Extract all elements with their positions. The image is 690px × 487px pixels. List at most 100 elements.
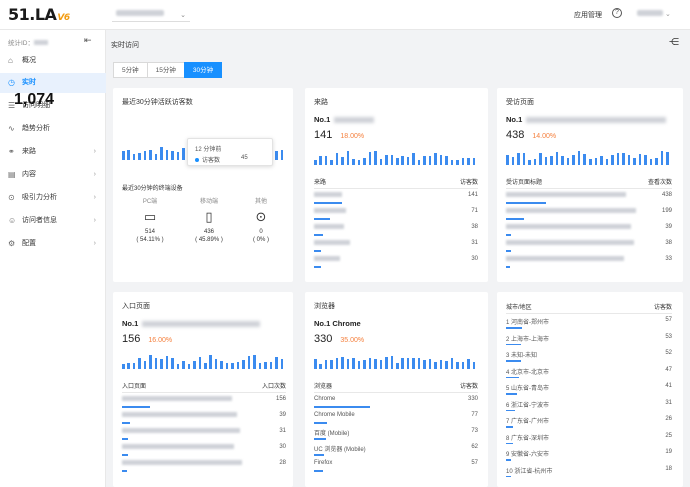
table-row[interactable]: 3 未知-未知 52	[506, 347, 672, 364]
sidebar-item-trend[interactable]: ∿ 趋势分析	[0, 119, 106, 139]
site-selector[interactable]: ⌄	[112, 8, 190, 22]
sparkline-bar	[439, 359, 443, 369]
sparkline-bar	[247, 356, 251, 369]
sparkline-bar	[122, 150, 125, 160]
sparkline-bar	[461, 158, 465, 165]
sparkline-bar	[390, 154, 394, 165]
table-row[interactable]: 8 广东省-深圳市 25	[506, 430, 672, 447]
sparkline-bar	[445, 361, 448, 369]
sparkline-bar	[335, 153, 339, 165]
sidebar-item-settings[interactable]: ⚙ 配置 ›	[0, 234, 106, 254]
sparkline-bar	[335, 358, 339, 369]
browser-bar-chart[interactable]	[314, 355, 478, 369]
table-row[interactable]: 31	[314, 237, 478, 253]
table-row[interactable]: 6 浙江省-宁波市 31	[506, 397, 672, 414]
sidebar-item-attraction[interactable]: ⊙ 吸引力分析 ›	[0, 188, 106, 208]
top-value: 330 35.00%	[314, 333, 365, 345]
sparkline-bar	[461, 361, 465, 369]
sparkline-bar	[341, 157, 344, 165]
table-row[interactable]: Chrome 330	[314, 393, 478, 409]
sparkline-bar	[638, 153, 642, 165]
sparkline-bar	[269, 362, 273, 369]
tab-5min[interactable]: 5分钟	[113, 62, 148, 78]
share-icon[interactable]: ⋲	[669, 37, 679, 48]
entry-table: 入口页面 入口次数 156 39 31 30 28	[122, 381, 286, 473]
sparkline-bar	[605, 159, 609, 165]
visited-bar-chart[interactable]	[506, 151, 672, 165]
sparkline-bar	[434, 153, 437, 165]
table-row[interactable]: 39	[506, 221, 672, 237]
table-row[interactable]: 9 安徽省-六安市 19	[506, 446, 672, 463]
table-row[interactable]: 1 河南省-郑州市 57	[506, 314, 672, 331]
sidebar-item-realtime[interactable]: ◷ 实时	[0, 73, 106, 93]
referrer-bar-chart[interactable]	[314, 151, 478, 165]
table-row[interactable]: 156	[122, 393, 286, 409]
table-row[interactable]: Firefox 57	[314, 457, 478, 473]
table-row[interactable]: 4 北京市-北京市 47	[506, 364, 672, 381]
top-referrer: No.1	[314, 115, 375, 124]
sparkline-bar	[176, 152, 180, 160]
sparkline-bar	[644, 154, 647, 165]
sparkline-bar	[627, 154, 631, 165]
sidebar-item-content[interactable]: ▤ 内容 ›	[0, 165, 106, 185]
sparkline-bar	[450, 159, 454, 165]
table-row[interactable]: 39	[122, 409, 286, 425]
sparkline-bar	[132, 362, 136, 369]
table-row[interactable]: 30	[122, 441, 286, 457]
sparkline-bar	[324, 359, 328, 369]
sparkline-bar	[472, 362, 476, 369]
table-row[interactable]: 10 浙江省-杭州市 18	[506, 463, 672, 480]
sparkline-bar	[314, 358, 317, 369]
monitor-icon: ▭	[143, 209, 157, 224]
tab-30min[interactable]: 30分钟	[183, 62, 223, 78]
sparkline-bar	[550, 155, 553, 165]
table-row[interactable]: 31	[122, 425, 286, 441]
sparkline-bar	[231, 363, 234, 369]
table-row[interactable]: UC 浏览器 (Mobile) 62	[314, 441, 478, 457]
table-row[interactable]: 2 上海市-上海市 53	[506, 331, 672, 348]
table-row[interactable]: 438	[506, 189, 672, 205]
sparkline-bar	[528, 159, 531, 165]
table-row[interactable]: 141	[314, 189, 478, 205]
sparkline-bar	[450, 357, 454, 369]
table-row[interactable]: 199	[506, 205, 672, 221]
top-value: 438 14.00%	[506, 129, 557, 141]
table-row[interactable]: 30	[314, 253, 478, 269]
app-manage-link[interactable]: 应用管理	[574, 10, 602, 20]
table-row[interactable]: 33	[506, 253, 672, 269]
logo[interactable]: 51.LAV6	[8, 5, 70, 24]
sparkline-bar	[379, 158, 383, 165]
sparkline-bar	[220, 360, 223, 369]
tab-15min[interactable]: 15分钟	[146, 62, 185, 78]
table-row[interactable]: 28	[122, 457, 286, 473]
sparkline-bar	[412, 152, 415, 165]
sparkline-bar	[264, 362, 267, 369]
table-row[interactable]: 38	[314, 221, 478, 237]
sparkline-bar	[171, 357, 174, 369]
table-row[interactable]: 5 山东省-青岛市 41	[506, 380, 672, 397]
entry-bar-chart[interactable]	[122, 355, 286, 369]
sidebar-item-visitor-info[interactable]: ☺ 访问者信息 ›	[0, 211, 106, 231]
user-menu[interactable]: ⌄	[637, 10, 671, 18]
sparkline-bar	[176, 363, 180, 369]
sparkline-bar	[517, 152, 520, 165]
collapse-menu-icon[interactable]: ⇤	[84, 35, 92, 46]
table-row[interactable]: 百度 (Mobile) 73	[314, 425, 478, 441]
referrer-table: 来路 访客数 141 71 38 31 30	[314, 177, 478, 269]
sparkline-bar	[352, 357, 355, 369]
table-row[interactable]: Chrome Mobile 77	[314, 409, 478, 425]
sparkline-bar	[555, 151, 559, 165]
top-browser: No.1 Chrome	[314, 319, 361, 328]
sidebar-item-overview[interactable]: ⌂ 概况	[0, 51, 106, 71]
devices-title: 最近30分钟的终端设备	[122, 186, 183, 192]
sparkline-bar	[193, 360, 196, 369]
sidebar-item-referrer[interactable]: ⚭ 来路 ›	[0, 142, 106, 162]
table-row[interactable]: 71	[314, 205, 478, 221]
link-icon: ⚭	[8, 147, 15, 156]
top-bar: 51.LAV6 ⌄ 应用管理 ? ⌄	[0, 0, 690, 30]
table-row[interactable]: 38	[506, 237, 672, 253]
table-row[interactable]: 7 广东省-广州市 26	[506, 413, 672, 430]
sparkline-bar	[467, 158, 470, 165]
sparkline-bar	[472, 158, 476, 165]
help-icon[interactable]: ?	[612, 8, 622, 18]
